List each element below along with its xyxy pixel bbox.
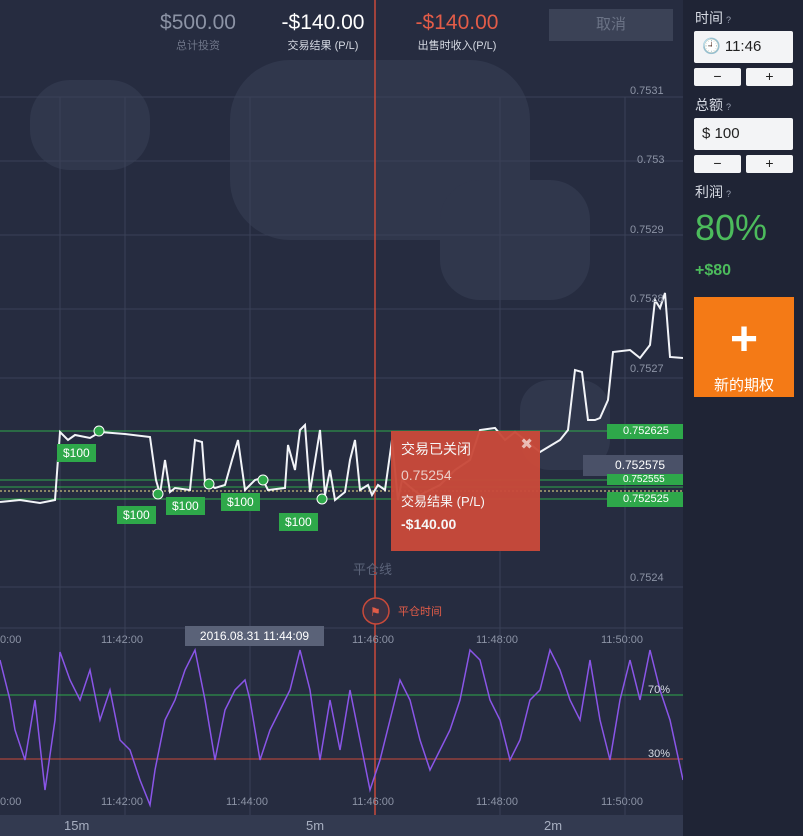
help-icon[interactable]: ? bbox=[726, 15, 731, 25]
time-axis-bottom: 0:00 11:42:00 11:44:00 11:46:00 11:48:00… bbox=[0, 796, 643, 808]
close-time-label: 平仓时间 bbox=[398, 604, 442, 618]
time-tick: 0:00 bbox=[0, 634, 21, 646]
price-tick: 0.7524 bbox=[630, 572, 664, 584]
new-option-label: 新的期权 bbox=[713, 377, 774, 394]
world-map-background bbox=[30, 60, 610, 470]
time-tick: 11:48:00 bbox=[476, 634, 518, 646]
timeframe-2m[interactable]: 2m bbox=[544, 818, 562, 833]
flag-glyph: ⚑ bbox=[370, 605, 381, 619]
price-tick: 0.753 bbox=[637, 154, 665, 166]
sell-income: -$140.00 出售时收入(P/L) bbox=[402, 11, 512, 53]
price-tick: 0.7529 bbox=[630, 224, 664, 236]
time-value: 11:46 bbox=[724, 38, 762, 55]
price-chart[interactable]: 0.7531 0.753 0.7529 0.7528 0.7527 0.7524… bbox=[0, 0, 683, 836]
amount-minus-button[interactable]: − bbox=[694, 155, 741, 173]
price-tag-green: 0.752555 bbox=[607, 474, 683, 485]
total-invest-label: 总计投资 bbox=[176, 40, 220, 52]
rsi-30-label: 30% bbox=[648, 748, 670, 760]
time-tick: 11:50:00 bbox=[601, 796, 643, 808]
help-icon[interactable]: ? bbox=[726, 189, 731, 199]
profit-percent: 80% bbox=[695, 207, 768, 248]
time-tick: 0:00 bbox=[0, 796, 21, 808]
time-minus-button[interactable]: − bbox=[694, 68, 741, 86]
time-field[interactable]: 🕘 11:46 bbox=[694, 31, 793, 63]
trade-closed-title: 交易已关闭 bbox=[401, 441, 471, 457]
time-plus-button[interactable]: + bbox=[746, 68, 793, 86]
price-tag-green: 0.752525 bbox=[607, 492, 683, 507]
trade-result-label: 交易结果 (P/L) bbox=[401, 494, 485, 509]
trade-result-value: -$140.00 bbox=[401, 516, 457, 532]
trade-markers bbox=[93, 425, 328, 505]
timeframe-bar: 15m 5m 2m bbox=[0, 815, 683, 836]
cancel-button[interactable]: 取消 bbox=[549, 9, 673, 41]
timeframe-15m[interactable]: 15m bbox=[64, 818, 89, 833]
profit-amount: +$80 bbox=[695, 262, 732, 279]
trade-amount-label[interactable]: $100 bbox=[166, 497, 205, 515]
price-tag-green: 0.752625 bbox=[607, 424, 683, 439]
dollar-icon: $ bbox=[702, 125, 711, 142]
clock-icon: 🕘 bbox=[702, 38, 721, 55]
timeframe-5m[interactable]: 5m bbox=[306, 818, 324, 833]
time-tick: 11:42:00 bbox=[101, 634, 143, 646]
price-tick: 0.7528 bbox=[630, 293, 664, 305]
rsi-70-label: 70% bbox=[648, 684, 670, 696]
sell-income-value: -$140.00 bbox=[415, 11, 499, 34]
time-tick: 11:46:00 bbox=[352, 796, 394, 808]
sell-income-label: 出售时收入(P/L) bbox=[417, 40, 497, 52]
new-option-button[interactable]: + 新的期权 bbox=[694, 297, 794, 397]
time-tick: 11:44:00 bbox=[226, 796, 268, 808]
cursor-time-tooltip: 2016.08.31 11:44:09 bbox=[185, 626, 324, 646]
amount-value: 100 bbox=[714, 125, 740, 142]
trade-result: -$140.00 交易结果 (P/L) bbox=[268, 11, 378, 53]
trade-amount-label[interactable]: $100 bbox=[279, 513, 318, 531]
close-icon[interactable]: ✖ bbox=[520, 435, 533, 453]
price-axis: 0.7531 0.753 0.7529 0.7528 0.7527 0.7524 bbox=[630, 85, 665, 584]
sidebar: 时间? 🕘 11:46 − + 总额? $ 100 − + 利润? 80% +$… bbox=[683, 0, 803, 836]
rsi-line bbox=[0, 647, 683, 808]
trade-closed-popup: ✖ 交易已关闭 0.75254 交易结果 (P/L) -$140.00 bbox=[391, 431, 540, 551]
amount-field[interactable]: $ 100 bbox=[694, 118, 793, 150]
profit-label: 利润? bbox=[695, 184, 732, 200]
time-tick: 11:42:00 bbox=[101, 796, 143, 808]
time-tick: 11:50:00 bbox=[601, 634, 643, 646]
trade-amount-label[interactable]: $100 bbox=[221, 493, 260, 511]
amount-label: 总额? bbox=[695, 97, 732, 113]
help-icon[interactable]: ? bbox=[726, 102, 731, 112]
current-price-tag: 0.752575 bbox=[583, 455, 683, 476]
time-tick: 11:48:00 bbox=[476, 796, 518, 808]
close-line-label: 平仓线 bbox=[353, 562, 392, 577]
plus-icon: + bbox=[729, 313, 759, 366]
trade-result-label: 交易结果 (P/L) bbox=[287, 40, 359, 52]
time-tick: 11:46:00 bbox=[352, 634, 394, 646]
trade-close-price: 0.75254 bbox=[401, 467, 452, 483]
amount-plus-button[interactable]: + bbox=[746, 155, 793, 173]
time-label: 时间? bbox=[695, 10, 732, 26]
trade-result-value: -$140.00 bbox=[281, 11, 365, 34]
total-invest: $500.00 总计投资 bbox=[148, 11, 248, 53]
trade-amount-label[interactable]: $100 bbox=[57, 444, 96, 462]
price-tick: 0.7527 bbox=[630, 363, 664, 375]
price-tick: 0.7531 bbox=[630, 85, 664, 97]
trade-amount-label[interactable]: $100 bbox=[117, 506, 156, 524]
total-invest-value: $500.00 bbox=[160, 11, 236, 34]
chart-area[interactable]: 0.7531 0.753 0.7529 0.7528 0.7527 0.7524… bbox=[0, 0, 683, 836]
